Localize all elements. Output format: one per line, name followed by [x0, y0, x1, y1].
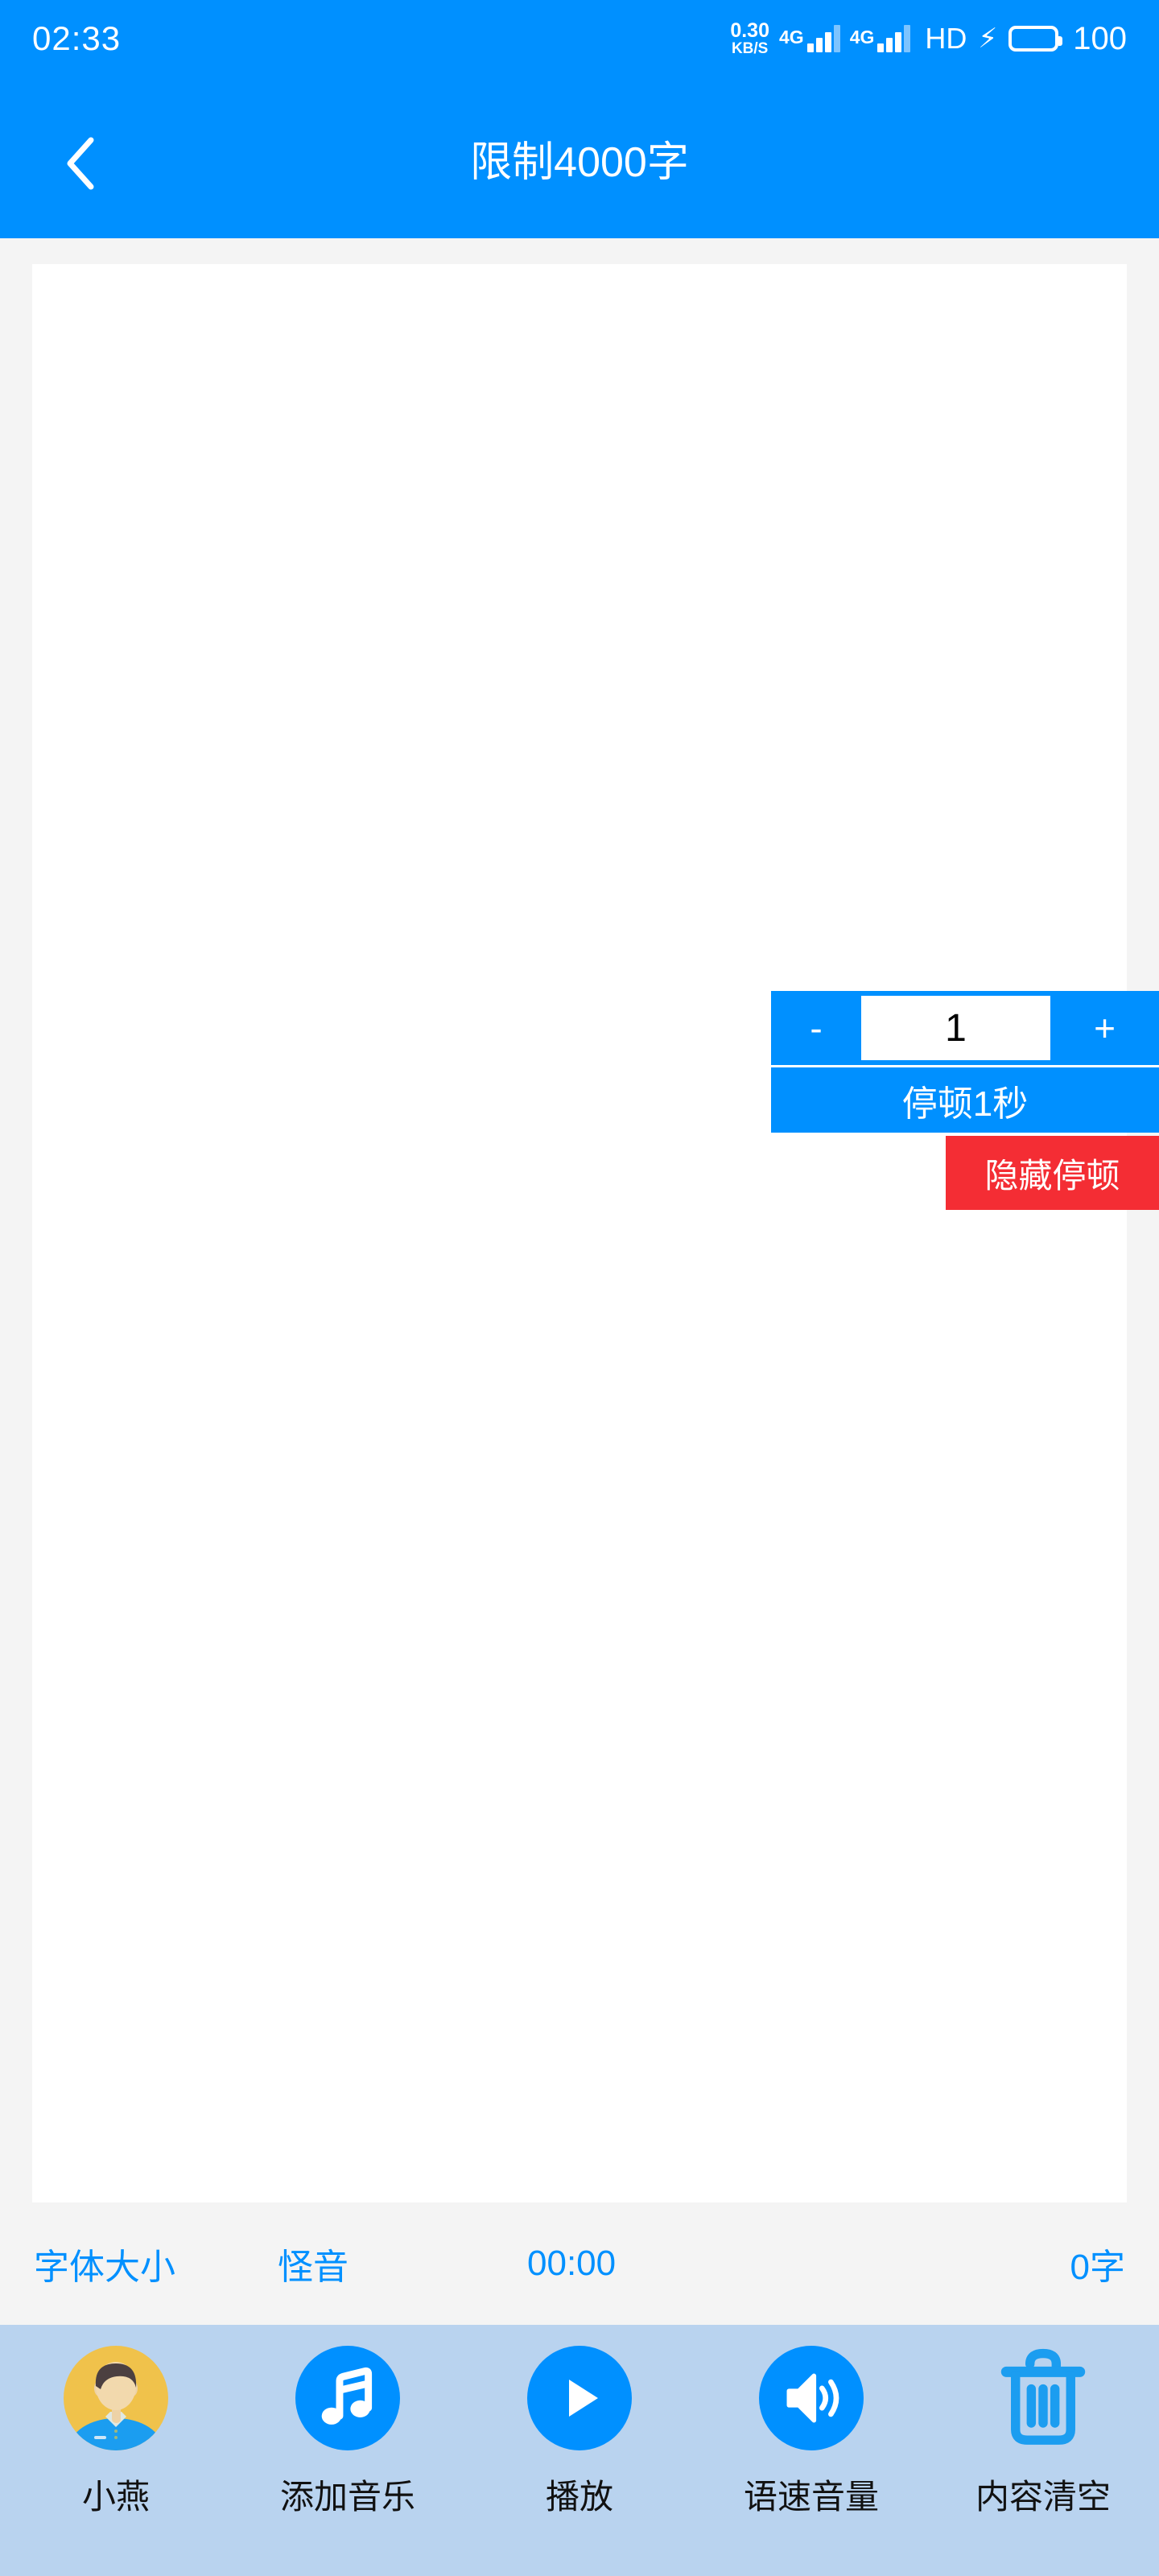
toolbar-item-clear[interactable]: 内容清空	[930, 2346, 1156, 2519]
status-clock: 02:33	[32, 19, 122, 57]
pause-value-field[interactable]: 1	[861, 996, 1050, 1060]
music-note-icon	[321, 2367, 373, 2425]
pause-insert-widget: - 1 + 停顿1秒 隐藏停顿	[771, 991, 1159, 1210]
sim1-network-type: 4G	[779, 27, 804, 47]
hide-pause-button[interactable]: 隐藏停顿	[946, 1136, 1159, 1210]
toolbar-item-add-music[interactable]: 添加音乐	[235, 2346, 460, 2519]
charging-bolt-icon: ⚡	[978, 23, 998, 54]
page-title: 限制4000字	[470, 138, 689, 186]
toolbar-item-play[interactable]: 播放	[467, 2346, 692, 2519]
insert-pause-button[interactable]: 停顿1秒	[771, 1065, 1159, 1133]
battery-icon	[1008, 26, 1063, 52]
sim2-signal-indicator: 4G	[850, 25, 911, 52]
speaker-circle	[759, 2346, 864, 2450]
pause-decrement-button[interactable]: -	[771, 991, 861, 1065]
avatar	[64, 2346, 168, 2450]
status-indicators: 0.30 KB/S 4G 4G HD ⚡ 100	[730, 21, 1127, 57]
play-circle	[527, 2346, 632, 2450]
editor-status-row: 字体大小 怪音 00:00 0字	[0, 2202, 1159, 2325]
font-size-button[interactable]: 字体大小	[34, 2238, 175, 2289]
toolbar-item-speed-volume[interactable]: 语速音量	[699, 2346, 924, 2519]
toolbar-label-voice: 小燕	[81, 2478, 150, 2516]
add-music-circle	[295, 2346, 400, 2450]
network-speed-value: 0.30	[730, 19, 769, 42]
battery-percent: 100	[1073, 20, 1127, 56]
voice-effect-button[interactable]: 怪音	[278, 2238, 349, 2289]
network-speed-indicator: 0.30 KB/S	[730, 19, 769, 57]
toolbar-label-add-music: 添加音乐	[279, 2478, 415, 2516]
bottom-toolbar: 小燕 添加音乐 播放 语速音量 内容清空	[0, 2325, 1159, 2576]
toolbar-item-voice[interactable]: 小燕	[3, 2346, 229, 2519]
trash-icon-wrap	[991, 2346, 1095, 2450]
sim2-network-type: 4G	[849, 27, 875, 47]
text-editor-card[interactable]: - 1 + 停顿1秒 隐藏停顿	[32, 264, 1159, 2202]
pause-increment-button[interactable]: +	[1050, 991, 1159, 1065]
trash-icon	[1000, 2348, 1086, 2445]
toolbar-label-speed-volume: 语速音量	[743, 2478, 879, 2516]
play-icon-wrap	[527, 2346, 632, 2450]
play-icon	[569, 2380, 598, 2417]
sim1-signal-bars-icon	[806, 25, 840, 52]
word-count: 0字	[1070, 2248, 1125, 2287]
sim1-signal-indicator: 4G	[779, 25, 840, 52]
app-screen: 02:33 0.30 KB/S 4G 4G HD ⚡ 100 限制4000字 -…	[0, 0, 1159, 2576]
nav-bar: 限制4000字	[0, 77, 1159, 238]
speaker-volume-icon	[786, 2373, 839, 2423]
sim2-signal-bars-icon	[877, 25, 911, 52]
hd-voice-label: HD	[925, 22, 967, 55]
toolbar-label-clear: 内容清空	[975, 2478, 1111, 2516]
playback-time: 00:00	[527, 2244, 617, 2283]
pause-stepper-row: - 1 +	[771, 991, 1159, 1065]
network-speed-unit: KB/S	[731, 40, 769, 57]
add-music-icon-wrap	[295, 2346, 400, 2450]
avatar-icon	[64, 2346, 168, 2450]
speaker-icon-wrap	[759, 2346, 864, 2450]
status-bar: 02:33 0.30 KB/S 4G 4G HD ⚡ 100	[0, 0, 1159, 77]
toolbar-label-play: 播放	[545, 2478, 613, 2516]
